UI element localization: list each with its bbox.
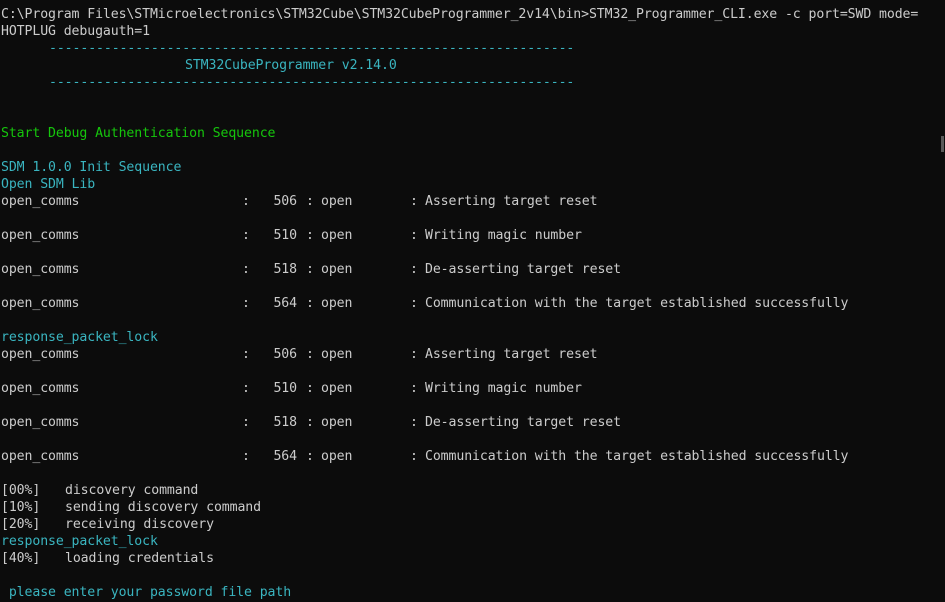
- log-line: open_comms : 510 : open : Writing magic …: [1, 227, 931, 244]
- log-line: open_comms : 506 : open : Asserting targ…: [1, 193, 931, 210]
- log-state: open: [321, 194, 353, 209]
- log-message: De-asserting target reset: [425, 415, 621, 430]
- start-sequence-message: Start Debug Authentication Sequence: [1, 126, 276, 141]
- log-separator: :: [242, 194, 250, 209]
- log-separator: :: [242, 262, 250, 277]
- banner-rule-bottom: ----------------------------------------…: [49, 75, 575, 90]
- log-separator: :: [306, 449, 314, 464]
- response-packet-lock-message: response_packet_lock: [1, 330, 158, 345]
- log-line-number: 518: [273, 415, 297, 430]
- log-source: open_comms: [1, 347, 80, 362]
- log-message: Communication with the target establishe…: [425, 449, 849, 464]
- log-line-number: 518: [273, 262, 297, 277]
- log-source: open_comms: [1, 381, 80, 396]
- log-line: open_comms : 518 : open : De-asserting t…: [1, 414, 931, 431]
- log-separator: :: [410, 194, 418, 209]
- password-prompt: please enter your password file path: [1, 585, 292, 600]
- log-line-number: 564: [273, 296, 297, 311]
- progress-text: sending discovery command: [65, 500, 261, 515]
- log-state: open: [321, 347, 353, 362]
- progress-percent: [00%]: [1, 483, 41, 498]
- log-separator: :: [410, 381, 418, 396]
- log-separator: :: [306, 415, 314, 430]
- log-separator: :: [306, 381, 314, 396]
- log-line-number: 506: [273, 347, 297, 362]
- log-state: open: [321, 415, 353, 430]
- vertical-scrollbar[interactable]: [940, 0, 945, 602]
- log-message: Writing magic number: [425, 381, 582, 396]
- log-state: open: [321, 381, 353, 396]
- log-separator: :: [410, 228, 418, 243]
- scrollbar-thumb[interactable]: [941, 136, 944, 152]
- banner-title: STM32CubeProgrammer v2.14.0: [185, 58, 397, 73]
- log-source: open_comms: [1, 296, 80, 311]
- log-line: open_comms : 564 : open : Communication …: [1, 295, 931, 312]
- log-line-number: 510: [273, 381, 297, 396]
- log-separator: :: [242, 381, 250, 396]
- banner-rule-top: ----------------------------------------…: [49, 41, 575, 56]
- log-state: open: [321, 449, 353, 464]
- log-separator: :: [410, 415, 418, 430]
- log-separator: :: [306, 262, 314, 277]
- log-message: Writing magic number: [425, 228, 582, 243]
- open-sdm-lib-message: Open SDM Lib: [1, 177, 96, 192]
- log-line-number: 506: [273, 194, 297, 209]
- log-separator: :: [306, 347, 314, 362]
- command-line: C:\Program Files\STMicroelectronics\STM3…: [1, 7, 919, 22]
- log-separator: :: [410, 347, 418, 362]
- log-separator: :: [410, 262, 418, 277]
- log-line: open_comms : 564 : open : Communication …: [1, 448, 931, 465]
- log-line: open_comms : 518 : open : De-asserting t…: [1, 261, 931, 278]
- response-packet-lock-message: response_packet_lock: [1, 534, 158, 549]
- log-line-number: 510: [273, 228, 297, 243]
- progress-percent: [10%]: [1, 500, 41, 515]
- log-source: open_comms: [1, 262, 80, 277]
- log-separator: :: [242, 296, 250, 311]
- progress-percent: [20%]: [1, 517, 41, 532]
- log-line-number: 564: [273, 449, 297, 464]
- log-source: open_comms: [1, 415, 80, 430]
- log-separator: :: [242, 228, 250, 243]
- progress-line: [40%] loading credentials: [1, 550, 601, 567]
- log-separator: :: [306, 228, 314, 243]
- progress-line: [00%] discovery command: [1, 482, 601, 499]
- progress-text: loading credentials: [65, 551, 214, 566]
- log-state: open: [321, 228, 353, 243]
- log-separator: :: [410, 296, 418, 311]
- log-source: open_comms: [1, 194, 80, 209]
- log-message: Asserting target reset: [425, 194, 598, 209]
- log-state: open: [321, 262, 353, 277]
- command-line-wrap: HOTPLUG debugauth=1: [1, 24, 150, 39]
- log-line: open_comms : 506 : open : Asserting targ…: [1, 346, 931, 363]
- log-source: open_comms: [1, 449, 80, 464]
- log-separator: :: [306, 296, 314, 311]
- log-separator: :: [242, 347, 250, 362]
- log-source: open_comms: [1, 228, 80, 243]
- log-state: open: [321, 296, 353, 311]
- console-window[interactable]: C:\Program Files\STMicroelectronics\STM3…: [0, 0, 940, 602]
- log-line: open_comms : 510 : open : Writing magic …: [1, 380, 931, 397]
- log-message: Communication with the target establishe…: [425, 296, 849, 311]
- progress-text: discovery command: [65, 483, 199, 498]
- progress-line: [10%] sending discovery command: [1, 499, 601, 516]
- log-message: Asserting target reset: [425, 347, 598, 362]
- sdm-init-message: SDM 1.0.0 Init Sequence: [1, 160, 182, 175]
- log-separator: :: [410, 449, 418, 464]
- log-separator: :: [242, 449, 250, 464]
- progress-line: [20%] receiving discovery: [1, 516, 601, 533]
- log-separator: :: [306, 194, 314, 209]
- log-separator: :: [242, 415, 250, 430]
- progress-text: receiving discovery: [65, 517, 214, 532]
- progress-percent: [40%]: [1, 551, 41, 566]
- log-message: De-asserting target reset: [425, 262, 621, 277]
